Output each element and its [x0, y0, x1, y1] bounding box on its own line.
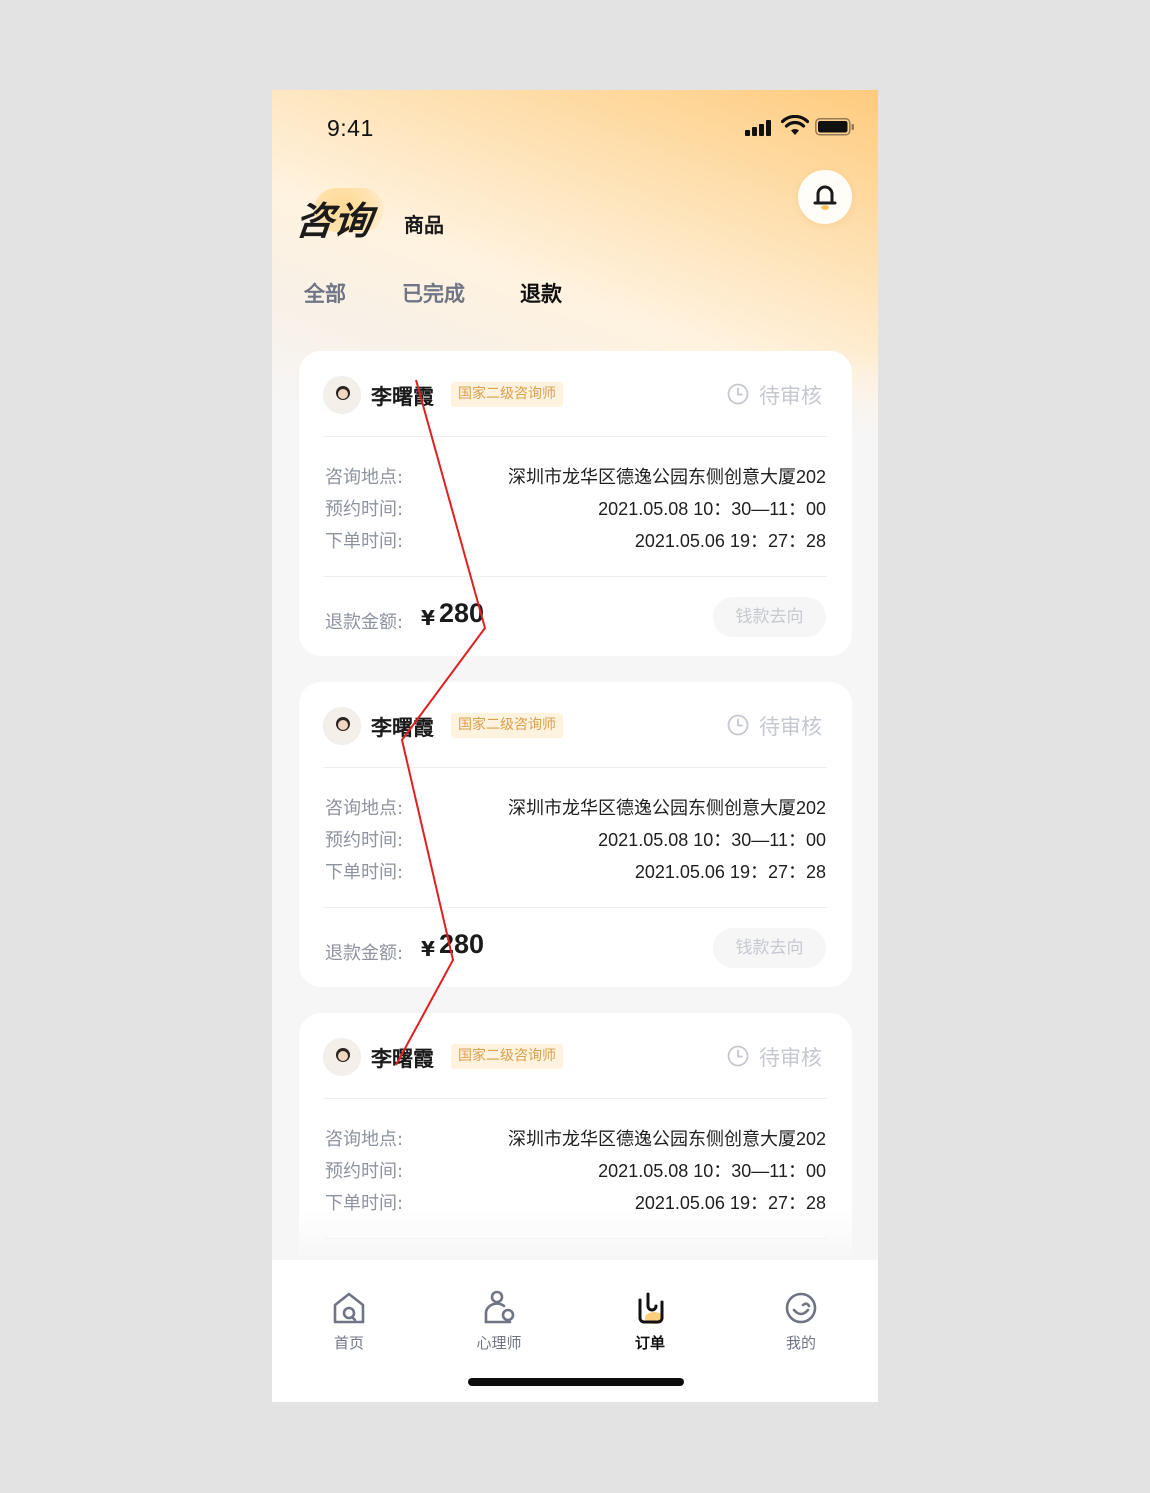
- refund-label: 退款金额:: [325, 612, 404, 633]
- status-bar: 9:41: [272, 90, 878, 166]
- track-refund-button[interactable]: 钱款去向: [713, 597, 826, 637]
- clock-icon: [727, 383, 749, 405]
- appointment-label: 预约时间:: [325, 499, 404, 520]
- order-card[interactable]: 李曙霞 国家二级咨询师 待审核 咨询地点: 深圳市龙华区德逸公园东侧创意大厦20…: [299, 682, 852, 987]
- therapist-icon: [484, 1290, 515, 1324]
- home-indicator: [468, 1378, 684, 1386]
- location-value: 深圳市龙华区德逸公园东侧创意大厦202: [507, 1129, 826, 1149]
- order-icon: [638, 1292, 664, 1324]
- divider: [324, 436, 827, 437]
- wifi-icon: [781, 115, 809, 135]
- refund-label: 退款金额:: [325, 943, 404, 964]
- avatar: [323, 376, 361, 414]
- tab-label: 我的: [785, 1334, 816, 1352]
- appointment-label: 预约时间:: [325, 830, 404, 851]
- scroll-fade: [272, 1210, 878, 1265]
- order-time-value: 2021.05.06 19：27：28: [634, 862, 826, 882]
- counselor-name: 李曙霞: [371, 1047, 434, 1071]
- refund-amount: 280: [439, 929, 485, 959]
- tab-label: 首页: [333, 1334, 364, 1352]
- avatar: [323, 1038, 361, 1076]
- clock-icon: [727, 1045, 749, 1067]
- qualification-badge: 国家二级咨询师: [451, 713, 563, 738]
- tab-therapist[interactable]: 心理师: [449, 1288, 549, 1353]
- track-refund-button[interactable]: 钱款去向: [713, 928, 826, 968]
- battery-icon: [815, 118, 854, 136]
- divider: [324, 907, 827, 908]
- order-time-value: 2021.05.06 19：27：28: [634, 531, 826, 551]
- home-icon: [333, 1292, 365, 1324]
- location-value: 深圳市龙华区德逸公园东侧创意大厦202: [507, 798, 826, 818]
- tab-profile[interactable]: 我的: [751, 1288, 851, 1353]
- avatar: [323, 707, 361, 745]
- appointment-value: 2021.05.08 10：30—11：00: [598, 499, 826, 519]
- divider: [324, 1098, 827, 1099]
- cellular-signal-icon: [745, 120, 775, 136]
- appointment-label: 预约时间:: [325, 1161, 404, 1182]
- tab-home[interactable]: 首页: [299, 1288, 399, 1353]
- divider: [324, 576, 827, 577]
- location-label: 咨询地点:: [325, 798, 404, 819]
- status-badge: 待审核: [759, 384, 822, 408]
- tab-label: 订单: [634, 1334, 665, 1352]
- location-label: 咨询地点:: [325, 467, 404, 488]
- bottom-tab-bar: 首页 心理师 订单 我的: [272, 1260, 878, 1402]
- qualification-badge: 国家二级咨询师: [451, 1044, 563, 1069]
- location-label: 咨询地点:: [325, 1129, 404, 1150]
- tab-label: 心理师: [476, 1334, 522, 1352]
- phone-screen: 9:41 咨询 商品 全部 已完成 退款 李曙霞 国家二级咨询师 待审核 咨询地…: [272, 90, 878, 1402]
- clock-icon: [727, 714, 749, 736]
- bell-icon: [813, 185, 837, 210]
- subtab-completed[interactable]: 已完成: [402, 278, 465, 308]
- currency-symbol: ¥: [421, 606, 435, 630]
- tab-consultation[interactable]: 咨询: [293, 190, 375, 245]
- location-value: 深圳市龙华区德逸公园东侧创意大厦202: [507, 467, 826, 487]
- subtab-refund[interactable]: 退款: [520, 278, 562, 308]
- counselor-name: 李曙霞: [371, 716, 434, 740]
- profile-icon: [785, 1292, 817, 1324]
- status-time: 9:41: [327, 115, 374, 141]
- order-time-label: 下单时间:: [325, 531, 404, 552]
- notification-button[interactable]: [798, 170, 852, 224]
- order-card[interactable]: 李曙霞 国家二级咨询师 待审核 咨询地点: 深圳市龙华区德逸公园东侧创意大厦20…: [299, 351, 852, 656]
- subtab-all[interactable]: 全部: [304, 278, 346, 308]
- qualification-badge: 国家二级咨询师: [451, 382, 563, 407]
- divider: [324, 767, 827, 768]
- tab-products[interactable]: 商品: [404, 209, 444, 238]
- order-time-label: 下单时间:: [325, 862, 404, 883]
- counselor-name: 李曙霞: [371, 385, 434, 409]
- status-badge: 待审核: [759, 1046, 822, 1070]
- appointment-value: 2021.05.08 10：30—11：00: [598, 830, 826, 850]
- status-badge: 待审核: [759, 715, 822, 739]
- tab-orders[interactable]: 订单: [600, 1288, 700, 1353]
- appointment-value: 2021.05.08 10：30—11：00: [598, 1161, 826, 1181]
- refund-amount: 280: [439, 598, 485, 628]
- currency-symbol: ¥: [421, 937, 435, 961]
